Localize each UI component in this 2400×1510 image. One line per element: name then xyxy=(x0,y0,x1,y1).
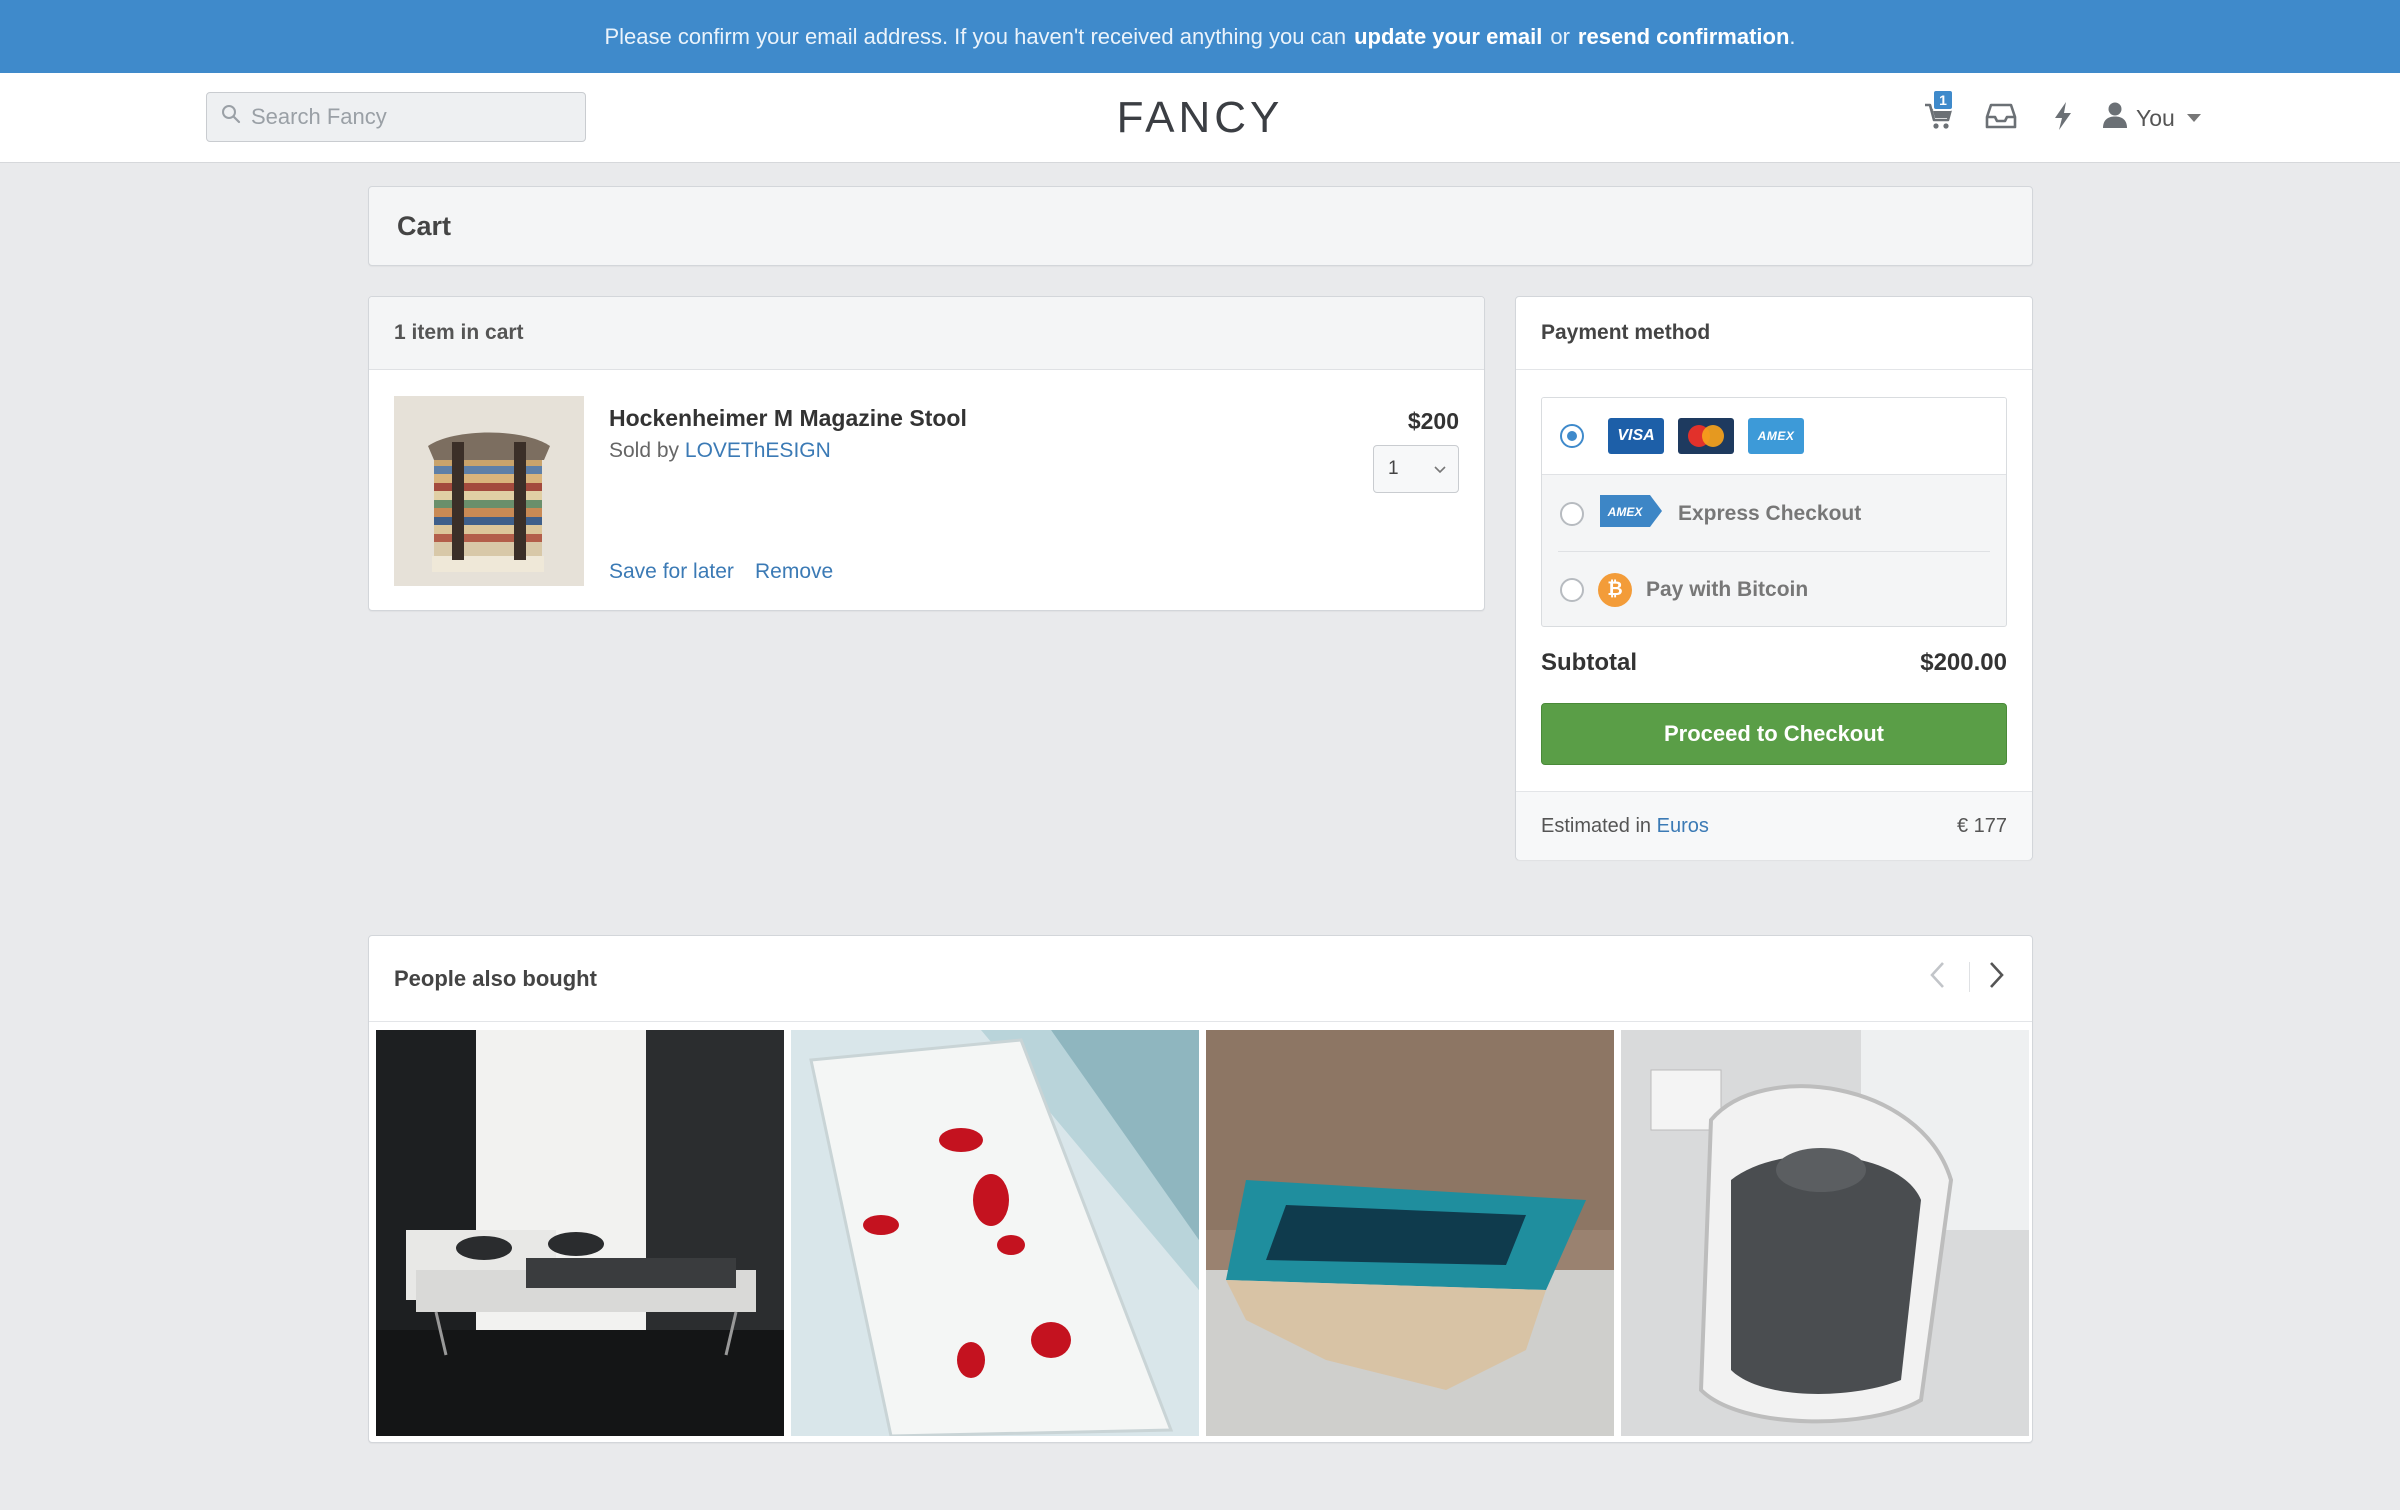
product-price: $200 xyxy=(1407,408,1459,434)
mastercard-icon xyxy=(1678,418,1734,454)
amex-express-text: AMEX xyxy=(1607,505,1644,519)
user-menu[interactable]: You xyxy=(2102,101,2201,135)
inbox-icon xyxy=(1985,102,2017,135)
bitcoin-icon: ₿ xyxy=(1598,573,1632,607)
magazine-stool-image xyxy=(394,396,584,586)
subtotal-value: $200.00 xyxy=(1920,649,2007,676)
banner-or-text: or xyxy=(1550,23,1570,49)
cart-items-panel: 1 item in cart Hockenheimer M Magazine S… xyxy=(368,296,1485,611)
cart-count-heading: 1 item in cart xyxy=(369,297,1484,370)
lightning-icon xyxy=(2052,101,2074,136)
banner-resend-wrap: resend confirmation. xyxy=(1570,24,1796,50)
payment-heading: Payment method xyxy=(1516,297,2032,370)
remove-link[interactable]: Remove xyxy=(755,560,833,584)
estimated-value: € 177 xyxy=(1956,814,2007,837)
radio-card[interactable] xyxy=(1560,424,1584,448)
quantity-value: 1 xyxy=(1388,458,1399,479)
carousel-prev-button[interactable] xyxy=(1917,957,1957,997)
page-title: Cart xyxy=(397,210,452,241)
payment-panel: Payment method VISA AMEX AMEX Express Ch… xyxy=(1515,296,2033,860)
estimated-label: Estimated in xyxy=(1541,814,1652,837)
radio-bitcoin[interactable] xyxy=(1560,578,1584,602)
product-thumbnail[interactable] xyxy=(394,396,584,586)
radio-express[interactable] xyxy=(1560,501,1584,526)
carousel-divider xyxy=(1969,962,1970,992)
also-bought-heading: People also bought xyxy=(369,936,2032,1022)
update-email-link[interactable]: update your email xyxy=(1354,24,1542,50)
email-confirmation-banner: Please confirm your email address. If yo… xyxy=(0,0,2400,73)
quantity-select[interactable]: 1 xyxy=(1373,445,1459,493)
product-name[interactable]: Hockenheimer M Magazine Stool xyxy=(609,405,967,432)
sold-by-label: Sold by xyxy=(609,439,680,462)
user-label: You xyxy=(2136,104,2175,131)
cart-count-badge: 1 xyxy=(1932,89,1954,111)
express-checkout-label: Express Checkout xyxy=(1678,501,1862,525)
product-carousel xyxy=(376,1030,2029,1436)
top-navigation: FANCY 1 You xyxy=(0,73,2400,163)
product-tile-round-bed[interactable] xyxy=(1621,1030,2029,1436)
payment-options: VISA AMEX AMEX Express Checkout ₿ Pay wi… xyxy=(1541,397,2007,627)
product-tile-bath-mat[interactable] xyxy=(791,1030,1199,1436)
people-also-bought-panel: People also bought xyxy=(368,935,2033,1443)
payment-option-express[interactable]: AMEX Express Checkout xyxy=(1542,475,2006,552)
user-icon xyxy=(2102,101,2128,135)
fancy-logo[interactable]: FANCY xyxy=(1100,93,1300,143)
abyss-table-photo xyxy=(1206,1030,1614,1436)
seller-line: Sold by LOVEThESIGN xyxy=(609,439,831,463)
banner-text: Please confirm your email address. If yo… xyxy=(604,23,1347,49)
estimated-currency-row: Estimated in Euros € 177 xyxy=(1516,791,2032,860)
chevron-right-icon xyxy=(1989,961,2005,994)
seller-link[interactable]: LOVEThESIGN xyxy=(685,439,831,462)
payment-option-bitcoin[interactable]: ₿ Pay with Bitcoin xyxy=(1542,552,2006,626)
banner-period: . xyxy=(1789,23,1796,49)
estimated-text: Estimated in Euros xyxy=(1541,815,1709,838)
resend-confirmation-link[interactable]: resend confirmation xyxy=(1578,24,1789,49)
activity-button[interactable] xyxy=(2032,93,2094,143)
save-for-later-link[interactable]: Save for later xyxy=(609,560,734,584)
subtotal-row: Subtotal $200.00 xyxy=(1541,649,2007,677)
payment-option-card[interactable]: VISA AMEX xyxy=(1542,398,2006,475)
inbox-button[interactable] xyxy=(1970,93,2032,143)
carousel-next-button[interactable] xyxy=(1977,957,2017,997)
proceed-to-checkout-button[interactable]: Proceed to Checkout xyxy=(1541,703,2007,765)
cart-heading: Cart xyxy=(368,186,2033,266)
chevron-left-icon xyxy=(1929,961,1945,994)
visa-icon: VISA xyxy=(1608,418,1664,454)
sofa-bed-photo xyxy=(376,1030,784,1436)
search-icon xyxy=(221,104,241,130)
chevron-down-icon xyxy=(2186,114,2201,122)
chevron-down-icon xyxy=(1434,458,1446,480)
amex-icon: AMEX xyxy=(1748,418,1804,454)
currency-link[interactable]: Euros xyxy=(1657,815,1709,837)
search-box[interactable] xyxy=(206,92,586,142)
bitcoin-label: Pay with Bitcoin xyxy=(1646,578,1809,601)
round-bed-photo xyxy=(1621,1030,2029,1436)
amex-express-icon: AMEX xyxy=(1598,493,1664,534)
subtotal-label: Subtotal xyxy=(1541,649,1637,676)
header-actions: 1 You xyxy=(1908,89,2201,143)
product-tile-sofa-bed[interactable] xyxy=(376,1030,784,1436)
bath-mat-photo xyxy=(791,1030,1199,1436)
cart-button[interactable]: 1 xyxy=(1908,89,1970,143)
product-tile-abyss-table[interactable] xyxy=(1206,1030,1614,1436)
search-input[interactable] xyxy=(251,104,571,130)
